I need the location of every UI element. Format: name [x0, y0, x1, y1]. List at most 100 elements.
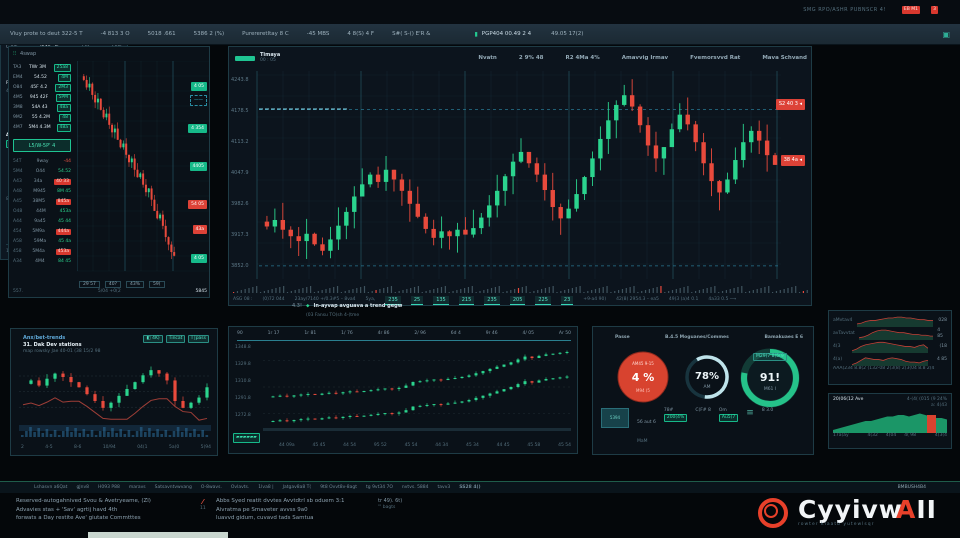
trend-table-panel: 90 1r 17 1r 81 1/ 76 4r 86 2/ 96 6d 4 9r 46 4/ 0…: [228, 326, 578, 454]
timeframe-button-5[interactable]: 205: [510, 296, 526, 305]
timeframe-button-7[interactable]: 23: [561, 296, 573, 305]
panelA-badge-0[interactable]: ◧ 4K): [143, 335, 162, 343]
status-alert[interactable]: SS28 4(): [459, 485, 480, 490]
watchlist-row[interactable]: 54T9way-44: [11, 157, 73, 167]
change-badge: 25a8: [54, 64, 71, 72]
main-chart-header: Timaya 00 : 05 Nvatn2 9% 48R2 4Ma 4%Amav…: [229, 47, 813, 69]
brand-logo-icon: [758, 498, 788, 528]
timeframe-button-1[interactable]: 25: [411, 296, 423, 305]
range-box[interactable]: 43%: [126, 281, 144, 288]
ticker: 3M8: [13, 105, 23, 111]
chart-header-item-4[interactable]: Fvemorsvvd Rat: [690, 55, 740, 61]
watchlist-row[interactable]: EM454.524M: [11, 73, 73, 83]
toolbar-item-5[interactable]: -45 MBS: [307, 31, 330, 37]
gauges-footer: 539456 aut 6MaM78#200(4%C(F# 8OmAu5(7≡8 …: [601, 408, 807, 446]
watchlist-row[interactable]: O8445F 4.22M3: [11, 83, 73, 93]
panel-icon[interactable]: ▣: [942, 30, 950, 39]
chart-header-item-5[interactable]: Mava Schvand: [762, 55, 807, 61]
toolbar-item-1[interactable]: -4 813 3 O: [101, 31, 130, 37]
toolbar-item-3[interactable]: 5386 2 (%): [194, 31, 225, 37]
value: 84 45: [58, 259, 71, 265]
panelB-col-1[interactable]: 1r 17: [268, 331, 280, 337]
toolbar-item-0[interactable]: Viuy prote to deut 322-5 T: [10, 31, 83, 37]
alert-badge-1[interactable]: EB M1: [902, 6, 920, 14]
panelB-col-9[interactable]: Ar 50: [559, 331, 571, 337]
watchlist-row[interactable]: 9M255 4.2M48: [11, 113, 73, 123]
watchlist-row[interactable]: O4844M453a: [11, 207, 73, 217]
status-item-9: 9t8 Ovvt8v-8agt: [320, 485, 357, 490]
watchlist-row[interactable]: A344M484 45: [11, 257, 73, 267]
value: 55 4.2M: [32, 115, 50, 121]
chip-block-2: OmAu5(7: [719, 408, 738, 422]
chart-header-item-3[interactable]: Amavvig Irmav: [622, 55, 668, 61]
watchlist-row[interactable]: A5859Ma45 4a: [11, 237, 73, 247]
panelB-col-8[interactable]: 4/ 05: [522, 331, 534, 337]
toolbar-item-2[interactable]: 5018 .661: [148, 31, 176, 37]
panelA-badge-2[interactable]: I |pass: [188, 335, 209, 343]
timeframe-button-3[interactable]: 215: [459, 296, 475, 305]
candlestick-chart[interactable]: 4243.84178.54113.24047.93982.63917.33852…: [229, 69, 813, 283]
spark-label: 4(a): [833, 357, 842, 363]
status-right: BMBUSH4B4: [898, 485, 926, 490]
watchlist-row[interactable]: 4M75M4 4.3M48a: [11, 123, 73, 133]
x-label: 2: [21, 445, 24, 451]
panelB-col-5[interactable]: 2/ 96: [414, 331, 426, 337]
chart-header-item-0[interactable]: Nvatn: [478, 55, 496, 61]
footer-info-1: (0)72 044: [263, 297, 285, 303]
taskbar-fragment: [88, 532, 228, 538]
svg-text:4 %: 4 %: [632, 371, 655, 384]
panelB-col-3[interactable]: 1/ 76: [341, 331, 353, 337]
doc-icon[interactable]: 5394: [601, 408, 629, 428]
label: 9a45: [34, 219, 45, 225]
session-clock: PGP404 00.49 2 4: [482, 31, 531, 37]
toolbar-item-4[interactable]: Purereretltay 8 C: [242, 31, 289, 37]
status-dot-icon: ▮: [474, 31, 477, 38]
watchlist-row[interactable]: 4545M9a444a: [11, 227, 73, 237]
toolbar-item-7[interactable]: S#( S-() E'R &: [392, 31, 430, 37]
timeframe-button-6[interactable]: 225: [535, 296, 551, 305]
range-box[interactable]: 29 57: [79, 281, 100, 288]
timeframe-button-2[interactable]: 135: [433, 296, 449, 305]
buy-button[interactable]: L5/W-5P' 4: [13, 139, 71, 152]
ticker: 9M2: [13, 115, 23, 121]
svg-text:AM45 9-15: AM45 9-15: [632, 361, 654, 366]
status-item-0: Lshasvn a6Qat: [34, 485, 67, 490]
watchlist-row[interactable]: A4538M5845a: [11, 197, 73, 207]
value: 453a: [56, 249, 71, 255]
range-box[interactable]: 59(: [149, 281, 164, 288]
watchlist-row[interactable]: 5M4O4454.52: [11, 167, 73, 177]
menu-lines-icon[interactable]: ≡: [746, 408, 754, 418]
panelB-col-2[interactable]: 1r 81: [304, 331, 316, 337]
watchlist-row[interactable]: A449a4545 44: [11, 217, 73, 227]
brand2-rest: II: [916, 495, 937, 524]
main-chart-panel: Timaya 00 : 05 Nvatn2 9% 48R2 4Ma 4%Amav…: [228, 46, 812, 306]
range-box[interactable]: 40?: [105, 281, 121, 288]
watchlist-row[interactable]: 4M5945 42F5PM: [11, 93, 73, 103]
x-label: 44 54: [343, 443, 356, 449]
panelB-col-7[interactable]: 9r 46: [486, 331, 498, 337]
svg-text:3852.0: 3852.0: [231, 263, 249, 269]
panelB-col-6[interactable]: 6d 4: [451, 331, 461, 337]
panelA-title2: 31. Dak Dev stations: [23, 342, 100, 349]
c1b[interactable]: 200(4%: [664, 414, 687, 422]
watchlist-row[interactable]: A48M9458M 45: [11, 187, 73, 197]
panelA-badge-1[interactable]: Tincat: [166, 335, 186, 343]
watchlist-row[interactable]: 4585M4a453a: [11, 247, 73, 257]
watchlist-row[interactable]: 3M854A 4348a: [11, 103, 73, 113]
svg-text:4113.2: 4113.2: [231, 139, 249, 145]
toolbar-item-6[interactable]: 4 8(S) 4 F: [347, 31, 374, 37]
panelB-col-4[interactable]: 4r 86: [378, 331, 390, 337]
watchlist-row[interactable]: A4334a40 33: [11, 177, 73, 187]
y-label: 1310.8: [235, 379, 251, 396]
timeframe-button-4[interactable]: 235: [484, 296, 500, 305]
alert-badge-2[interactable]: 3: [931, 6, 938, 14]
panelB-col-0[interactable]: 90: [237, 331, 243, 337]
watchlist-mini-chart[interactable]: [77, 61, 209, 279]
c2b[interactable]: Au5(7: [719, 414, 738, 422]
panelA-x-labels: 24-58-610/9404(15a(05(94: [21, 445, 211, 451]
panelB-progress-chip[interactable]: ▰▰▰▰▰▰: [233, 433, 260, 443]
chart-header-item-1[interactable]: 2 9% 48: [519, 55, 544, 61]
chart-header-item-2[interactable]: R2 4Ma 4%: [565, 55, 599, 61]
brand2-a: A: [896, 495, 916, 524]
watchlist-row[interactable]: TA3TWr 3M25a8: [11, 63, 73, 73]
